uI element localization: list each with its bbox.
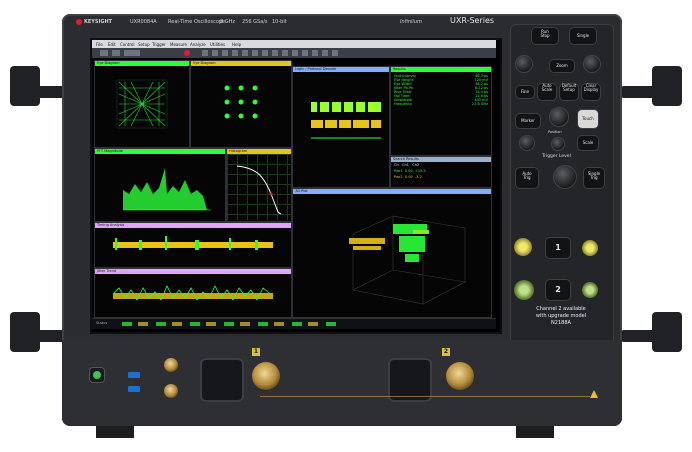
run-stop-button[interactable]: Run Stop: [532, 28, 558, 44]
left-handle-mid: [22, 86, 66, 98]
auto-trigger-button[interactable]: Auto Trig: [516, 168, 538, 188]
model-strip: KEYSIGHT UXR0084A Real-Time Oscilloscope…: [68, 16, 500, 30]
touch-button[interactable]: Touch: [578, 110, 598, 128]
channel-1-marker: 1: [252, 348, 260, 356]
software-name: Infiniium: [400, 19, 422, 25]
upgrade-note: Channel 2 available with upgrade model N…: [535, 306, 587, 326]
usb-port-2[interactable]: [128, 386, 140, 392]
zoom-button[interactable]: Zoom: [550, 60, 574, 72]
usb-port-1[interactable]: [128, 372, 140, 378]
toolbar: [92, 48, 496, 58]
marker-button[interactable]: Marker: [516, 114, 540, 128]
status-bar: Status: [92, 318, 496, 329]
timing-panel-1[interactable]: Timing Analysis: [94, 222, 292, 268]
status-readouts: [122, 322, 342, 326]
trigger-level-label: Trigger Level: [542, 154, 571, 159]
power-button[interactable]: [90, 368, 104, 382]
power-icon: [93, 371, 101, 379]
channel-2-input-connector[interactable]: [446, 362, 474, 390]
eye-diagram-1: [116, 79, 168, 129]
run-indicator-icon[interactable]: [184, 50, 190, 56]
clear-display-button[interactable]: Clear Display: [582, 83, 600, 100]
channel-2-marker: 2: [442, 348, 450, 356]
right-handle-mid: [620, 86, 664, 98]
digital-panel[interactable]: Logic / Protocol Decode: [292, 66, 390, 188]
trigger-level-knob[interactable]: [554, 166, 576, 188]
menu-help[interactable]: Help: [232, 42, 241, 47]
channel2-offset-knob[interactable]: [514, 280, 534, 300]
position-knob[interactable]: [520, 136, 534, 150]
menu-bar: File Edit Control Setup Trigger Measure …: [92, 40, 496, 48]
position-label: Position: [548, 130, 562, 134]
horizontal-scale-knob[interactable]: [516, 56, 532, 72]
timing-panel-2[interactable]: Jitter Trend: [94, 268, 292, 318]
menu-setup[interactable]: Setup: [138, 42, 150, 47]
histogram-curve: [227, 154, 291, 220]
eye-diagram-2: [224, 85, 258, 119]
menu-edit[interactable]: Edit: [108, 42, 116, 47]
spec-bandwidth: 8 GHz: [220, 19, 236, 25]
marker-knob[interactable]: [550, 108, 568, 126]
menu-measure[interactable]: Measure: [170, 42, 187, 47]
scale-knob[interactable]: [552, 138, 564, 150]
eye-panel-1[interactable]: Eye Diagram: [94, 60, 190, 148]
aux-bnc-top[interactable]: [164, 358, 178, 372]
channel1-button[interactable]: 1: [546, 238, 570, 258]
results-panel[interactable]: Results Unit Interval 46.3 ps Eye Height…: [390, 66, 492, 156]
brand-name: KEYSIGHT: [84, 19, 113, 25]
search-results-panel[interactable]: Search Results Ch Ch1 Ch2 Pwr1 0.00 +12.…: [390, 156, 492, 188]
table-row: Pwr2 0.00 -3.2: [394, 175, 422, 179]
menu-trigger[interactable]: Trigger: [152, 42, 166, 47]
timing-trace-1: [113, 236, 273, 250]
menu-control[interactable]: Control: [120, 42, 134, 47]
single-trigger-button[interactable]: Single Trig: [584, 168, 604, 188]
channel1-offset-knob[interactable]: [514, 238, 532, 256]
timing-trace-2: [112, 285, 274, 301]
spectrum-trace: [123, 168, 211, 211]
aux-bnc-bottom[interactable]: [164, 384, 178, 398]
channel-1-input-connector[interactable]: [252, 362, 280, 390]
spec-samplerate: 256 GSa/s: [242, 19, 268, 25]
front-accent-line: [260, 396, 590, 397]
right-handle-mid2: [620, 330, 664, 342]
front-bottom-panel: [62, 340, 622, 426]
eye-panel-2[interactable]: Eye Diagram: [190, 60, 292, 148]
series-label: UXR-Series: [450, 16, 495, 25]
probe-port-1[interactable]: [200, 358, 244, 402]
spectrum-panel[interactable]: FFT Magnitude: [94, 148, 226, 222]
3d-scatter-plot: [349, 215, 466, 305]
fine-button[interactable]: Fine: [516, 86, 534, 98]
single-button[interactable]: Single: [570, 28, 596, 44]
toolbar-icons[interactable]: [100, 50, 170, 56]
scale-button[interactable]: Scale: [578, 136, 598, 150]
channel2-scale-knob[interactable]: [582, 282, 598, 298]
default-setup-button[interactable]: Default Setup: [560, 83, 578, 100]
left-handle-mid2: [22, 330, 66, 342]
auto-scale-button[interactable]: Auto Scale: [538, 83, 556, 100]
3d-plot-panel[interactable]: 3D Plot: [292, 188, 492, 318]
histogram-panel[interactable]: Histogram: [226, 148, 292, 222]
model-description: Real-Time Oscilloscope: [168, 19, 226, 25]
result-row: Frequency 21.6 GHz: [394, 102, 488, 106]
channel1-scale-knob[interactable]: [582, 240, 598, 256]
model-number: UXR0084A: [130, 19, 157, 25]
status-label: Status: [96, 321, 108, 325]
spec-resolution: 10-bit: [272, 19, 287, 25]
digital-waveform: [311, 102, 381, 139]
toolbar-icons-right[interactable]: [202, 50, 342, 56]
menu-analyze[interactable]: Analyze: [190, 42, 206, 47]
menu-utilities[interactable]: Utilities: [210, 42, 225, 47]
horizontal-position-knob[interactable]: [584, 56, 600, 72]
menu-file[interactable]: File: [96, 42, 103, 47]
channel2-button[interactable]: 2: [546, 280, 570, 300]
